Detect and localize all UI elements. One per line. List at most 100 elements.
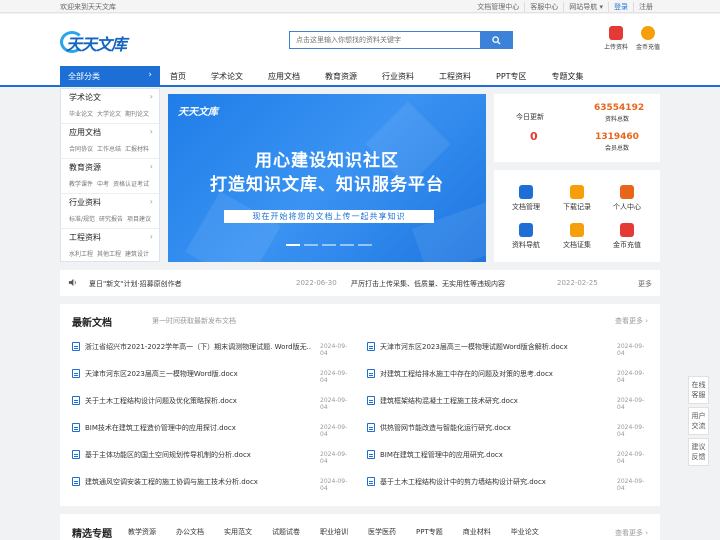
category-sub[interactable]: 研究报告 (99, 216, 123, 223)
topic-tab[interactable]: 毕业论文 (511, 527, 539, 537)
carousel-dot[interactable] (322, 244, 336, 246)
category-title[interactable]: 行业资料 (69, 197, 151, 208)
carousel-dot[interactable] (286, 244, 300, 246)
doc-title[interactable]: 天津市河东区2023届高三一模物理Word版.docx (85, 369, 311, 379)
service-link[interactable]: 客服中心 (524, 2, 563, 12)
list-item[interactable]: 对建筑工程给排水施工中存在的问题及对策的思考.docx 2024-09-04 (367, 368, 649, 384)
quick-doc-collect[interactable]: 文档证集 (557, 223, 597, 250)
doc-file-icon (72, 342, 80, 351)
notice-item[interactable]: 严厉打击上传采集、低质量、无实用性等违规内容 (351, 279, 505, 289)
doc-title[interactable]: 供热管网节能改造与智能化运行研究.docx (380, 423, 610, 433)
doc-title[interactable]: 对建筑工程给排水施工中存在的问题及对策的思考.docx (380, 369, 610, 379)
upload-button[interactable]: 上传资料 (601, 26, 631, 51)
category-group[interactable]: 行业资料 › 标准/规范 研究报告 项目建议 (61, 194, 159, 229)
search-button[interactable] (480, 32, 512, 48)
doc-title[interactable]: 浙江省绍兴市2021-2022学年高一（下）期末调测物理试题. Word版无..… (85, 342, 311, 352)
carousel-dot[interactable] (358, 244, 372, 246)
nav-item-education[interactable]: 教育资源 (325, 66, 357, 85)
banner-cta[interactable]: 现在开始将您的文档上传一起共享知识 (224, 210, 434, 223)
category-title[interactable]: 教育资源 (69, 162, 151, 173)
list-item[interactable]: 基于主体功能区的国土空间规划传导机制的分析.docx 2024-09-04 (72, 449, 352, 465)
carousel-dot[interactable] (340, 244, 354, 246)
quick-recharge[interactable]: 金币充值 (607, 223, 647, 250)
view-more-link[interactable]: 查看更多 › (615, 528, 648, 538)
category-sub[interactable]: 教学课件 (69, 181, 93, 188)
category-group[interactable]: 教育资源 › 教学课件 中考 资格认证考试 (61, 159, 159, 194)
search-input[interactable] (290, 32, 480, 48)
doc-title[interactable]: BIM技术在建筑工程造价管理中的应用探讨.docx (85, 423, 311, 433)
notice-item[interactable]: 夏日"新文"计划·招募原创作者 (89, 279, 182, 289)
topic-tab[interactable]: 职业培训 (320, 527, 348, 537)
feedback-button[interactable]: 建议 反馈 (688, 438, 709, 466)
nav-item-papers[interactable]: 学术论文 (211, 66, 243, 85)
category-sub[interactable]: 中考 (97, 181, 109, 188)
doc-manage-link[interactable]: 文档管理中心 (472, 2, 524, 12)
doc-title[interactable]: 建筑通风空调安装工程的施工协调与施工技术分析.docx (85, 477, 311, 487)
topic-tab[interactable]: 商业材料 (463, 527, 491, 537)
nav-item-ppt[interactable]: PPT专区 (496, 66, 527, 85)
topic-tab[interactable]: PPT专题 (416, 527, 443, 537)
category-sub[interactable]: 建筑设计 (125, 251, 149, 258)
category-group[interactable]: 工程资料 › 水利工程 其他工程 建筑设计 (61, 229, 159, 264)
topic-tab[interactable]: 实用范文 (224, 527, 252, 537)
list-item[interactable]: 天津市河东区2023届高三一模物理试题Word版含解析.docx 2024-09-… (367, 341, 649, 357)
site-nav-link[interactable]: 网站导航 ▾ (563, 2, 608, 12)
nav-item-engineering[interactable]: 工程资料 (439, 66, 471, 85)
category-sub[interactable]: 毕业论文 (69, 111, 93, 118)
list-item[interactable]: 建筑通风空调安装工程的施工协调与施工技术分析.docx 2024-09-04 (72, 476, 352, 492)
list-item[interactable]: 浙江省绍兴市2021-2022学年高一（下）期末调测物理试题. Word版无..… (72, 341, 352, 357)
list-item[interactable]: 天津市河东区2023届高三一模物理Word版.docx 2024-09-04 (72, 368, 352, 384)
topic-tab[interactable]: 教学资源 (128, 527, 156, 537)
category-sub[interactable]: 项目建议 (127, 216, 151, 223)
doc-title[interactable]: 基于主体功能区的国土空间规划传导机制的分析.docx (85, 450, 311, 460)
recharge-button[interactable]: 金币充值 (633, 26, 663, 51)
category-title[interactable]: 应用文档 (69, 127, 151, 138)
all-categories-button[interactable]: 全部分类 › (60, 66, 160, 85)
list-item[interactable]: BIM在建筑工程管理中的应用研究.docx 2024-09-04 (367, 449, 649, 465)
doc-title[interactable]: 基于土木工程结构设计中的剪力墙结构设计研究.docx (380, 477, 610, 487)
hero-banner[interactable]: 天天文库 用心建设知识社区 打造知识文库、知识服务平台 现在开始将您的文档上传一… (168, 94, 486, 262)
topic-tab[interactable]: 试题试卷 (272, 527, 300, 537)
doc-title[interactable]: BIM在建筑工程管理中的应用研究.docx (380, 450, 610, 460)
category-sub[interactable]: 汇报材料 (125, 146, 149, 153)
nav-item-app-docs[interactable]: 应用文档 (268, 66, 300, 85)
category-sub[interactable]: 大学论文 (97, 111, 121, 118)
notice-more-link[interactable]: 更多 (638, 279, 652, 289)
category-sub[interactable]: 期刊论文 (125, 111, 149, 118)
list-item[interactable]: 基于土木工程结构设计中的剪力墙结构设计研究.docx 2024-09-04 (367, 476, 649, 492)
doc-title[interactable]: 建筑框架结构混凝土工程施工技术研究.docx (380, 396, 610, 406)
quick-resource-nav[interactable]: 资料导航 (506, 223, 546, 250)
list-item[interactable]: 建筑框架结构混凝土工程施工技术研究.docx 2024-09-04 (367, 395, 649, 411)
category-group[interactable]: 应用文档 › 合同协议 工作总结 汇报材料 (61, 124, 159, 159)
site-logo[interactable]: 天天文库 (58, 26, 128, 56)
topic-tab[interactable]: 医学医药 (368, 527, 396, 537)
category-sub[interactable]: 标准/规范 (69, 216, 95, 223)
category-sub[interactable]: 资格认证考试 (113, 181, 149, 188)
doc-title[interactable]: 天津市河东区2023届高三一模物理试题Word版含解析.docx (380, 342, 610, 352)
list-item[interactable]: BIM技术在建筑工程造价管理中的应用探讨.docx 2024-09-04 (72, 422, 352, 438)
category-sub[interactable]: 其他工程 (97, 251, 121, 258)
category-title[interactable]: 学术论文 (69, 92, 151, 103)
doc-title[interactable]: 关于土木工程结构设计问题及优化策略探析.docx (85, 396, 311, 406)
user-exchange-button[interactable]: 用户 交流 (688, 407, 709, 435)
category-sub[interactable]: 工作总结 (97, 146, 121, 153)
list-item[interactable]: 供热管网节能改造与智能化运行研究.docx 2024-09-04 (367, 422, 649, 438)
quick-doc-manage[interactable]: 文档管理 (506, 185, 546, 212)
category-title[interactable]: 工程资料 (69, 232, 151, 243)
online-service-button[interactable]: 在线 客服 (688, 376, 709, 404)
topic-tab[interactable]: 办公文档 (176, 527, 204, 537)
category-sub[interactable]: 合同协议 (69, 146, 93, 153)
category-sub[interactable]: 水利工程 (69, 251, 93, 258)
nav-item-topics[interactable]: 专题文集 (552, 66, 584, 85)
nav-item-home[interactable]: 首页 (170, 66, 186, 85)
list-item[interactable]: 关于土木工程结构设计问题及优化策略探析.docx 2024-09-04 (72, 395, 352, 411)
register-link[interactable]: 注册 (633, 2, 658, 12)
view-more-link[interactable]: 查看更多 › (615, 316, 648, 326)
carousel-dot[interactable] (304, 244, 318, 246)
quick-download-record[interactable]: 下载记录 (557, 185, 597, 212)
doc-file-icon (367, 342, 375, 351)
nav-item-industry[interactable]: 行业资料 (382, 66, 414, 85)
category-group[interactable]: 学术论文 › 毕业论文 大学论文 期刊论文 (61, 89, 159, 124)
login-link[interactable]: 登录 (608, 2, 633, 12)
quick-personal-center[interactable]: 个人中心 (607, 185, 647, 212)
